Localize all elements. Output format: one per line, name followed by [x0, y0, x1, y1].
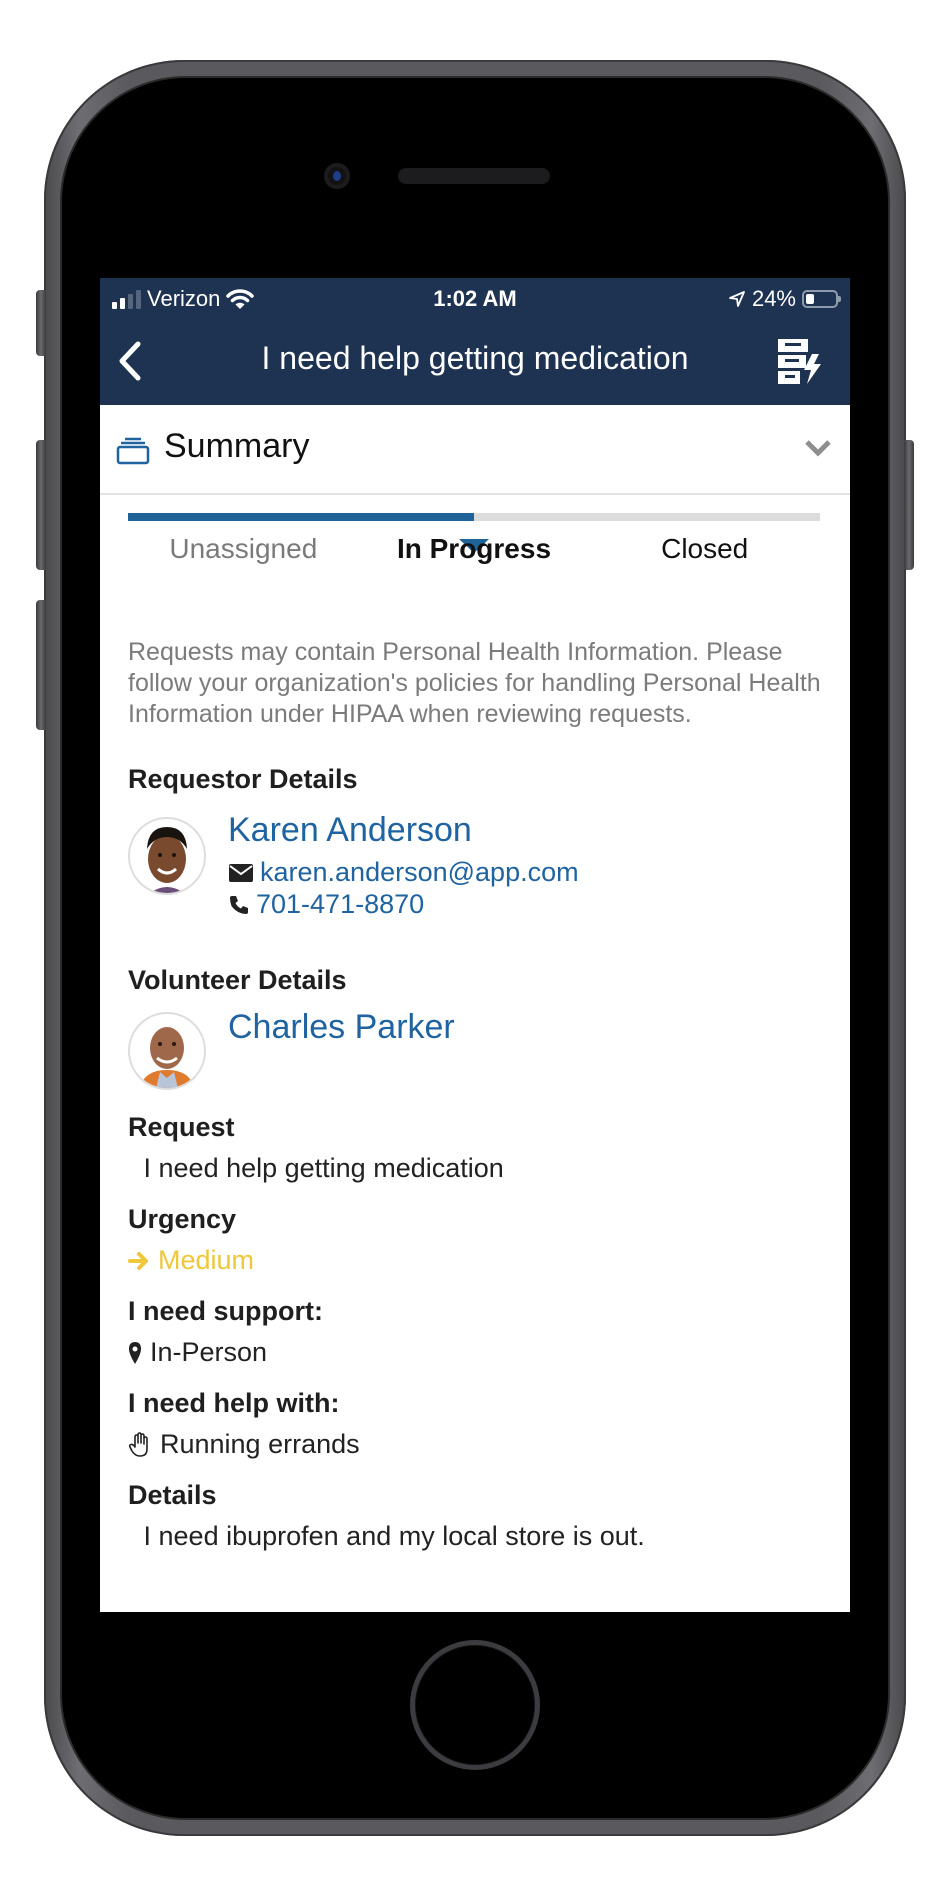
- support-label: I need support:: [128, 1296, 323, 1326]
- quick-action-button[interactable]: [774, 336, 826, 388]
- requestor-email[interactable]: karen.anderson@app.com: [228, 857, 579, 888]
- status-bar: Verizon 1:02 AM 24%: [100, 278, 850, 318]
- support-text: In-Person: [150, 1337, 268, 1367]
- request-value: I need help getting medication: [128, 1153, 822, 1184]
- volunteer-card: Charles Parker: [128, 1006, 822, 1098]
- requestor-phone[interactable]: 701-471-8870: [228, 889, 424, 920]
- page-title: I need help getting medication: [261, 340, 689, 376]
- requestor-heading: Requestor Details: [128, 764, 358, 794]
- nav-bar: I need help getting medication: [100, 318, 850, 405]
- home-button[interactable]: [410, 1640, 540, 1770]
- status-right: 24%: [728, 286, 841, 312]
- help-label: I need help with:: [128, 1388, 340, 1418]
- urgency-text: Medium: [158, 1245, 255, 1275]
- step-unassigned: Unassigned: [169, 533, 318, 564]
- help-value: Running errands: [128, 1429, 822, 1460]
- arrow-right-icon: [128, 1251, 148, 1270]
- progress-track: [128, 513, 820, 553]
- filing-cabinet-lightning-icon: [778, 339, 821, 384]
- chevron-down-icon[interactable]: [804, 437, 832, 459]
- volunteer-avatar: [128, 1012, 206, 1090]
- inbox-tray-icon: [116, 437, 150, 465]
- envelope-icon: [229, 863, 253, 882]
- mute-switch: [36, 290, 46, 356]
- summary-header[interactable]: Summary: [100, 405, 850, 495]
- volume-up-button: [36, 440, 46, 570]
- progress-steps: Unassigned In Progress Closed: [128, 533, 820, 565]
- details-text: I need ibuprofen and my local store is o…: [143, 1521, 645, 1551]
- volunteer-heading: Volunteer Details: [128, 965, 347, 995]
- summary-label: Summary: [164, 427, 310, 465]
- requestor-avatar: [128, 817, 206, 895]
- requestor-name[interactable]: Karen Anderson: [228, 811, 472, 850]
- requestor-card: Karen Anderson karen.anderson@app.com 70…: [128, 811, 822, 935]
- battery-icon: [802, 290, 841, 308]
- earpiece-speaker: [398, 168, 550, 184]
- status-progress: Unassigned In Progress Closed: [100, 495, 850, 605]
- app-screen: Verizon 1:02 AM 24% I need help getting …: [100, 278, 850, 1612]
- volunteer-name[interactable]: Charles Parker: [228, 1008, 455, 1047]
- details-value: I need ibuprofen and my local store is o…: [128, 1521, 822, 1552]
- hand-icon: [128, 1431, 148, 1457]
- email-link[interactable]: karen.anderson@app.com: [260, 857, 579, 888]
- urgency-value: Medium: [128, 1245, 822, 1276]
- phi-notice: Requests may contain Personal Health Inf…: [128, 638, 821, 728]
- volume-down-button: [36, 600, 46, 730]
- support-value: In-Person: [128, 1337, 822, 1368]
- map-marker-icon: [129, 1341, 141, 1364]
- back-button[interactable]: [110, 336, 158, 386]
- progress-fill: [128, 513, 474, 521]
- step-in-progress: In Progress: [396, 533, 552, 564]
- front-camera: [324, 163, 350, 189]
- details-label: Details: [128, 1480, 217, 1510]
- step-closed: Closed: [661, 533, 749, 564]
- location-arrow-icon: [729, 291, 745, 307]
- battery-percent: 24%: [751, 286, 796, 311]
- help-text: Running errands: [160, 1429, 360, 1459]
- request-details: Requests may contain Personal Health Inf…: [100, 637, 850, 1552]
- request-text: I need help getting medication: [143, 1153, 504, 1183]
- phone-link[interactable]: 701-471-8870: [256, 889, 424, 920]
- urgency-label: Urgency: [128, 1204, 237, 1234]
- phone-icon: [230, 895, 248, 914]
- power-button: [904, 440, 914, 570]
- request-label: Request: [128, 1112, 235, 1142]
